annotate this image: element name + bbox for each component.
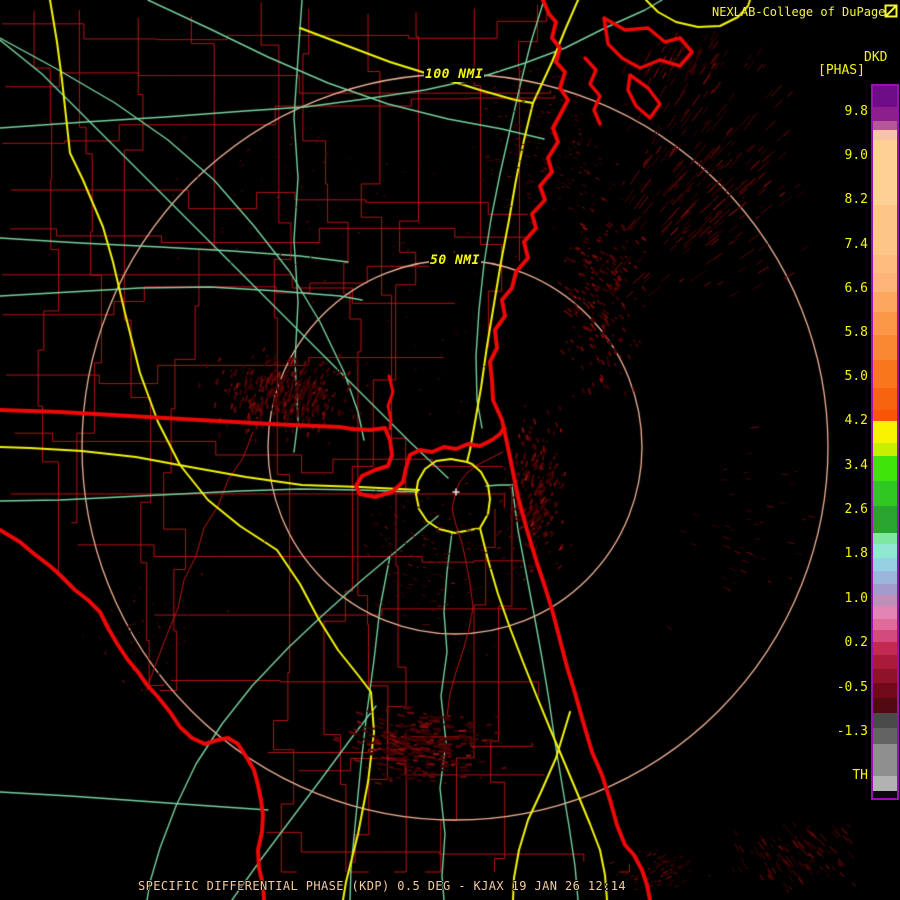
colorbar-segment bbox=[873, 595, 897, 606]
colorbar-segment bbox=[873, 606, 897, 619]
colorbar-segment bbox=[873, 669, 897, 683]
colorbar-tick-label: 7.4 bbox=[844, 237, 868, 252]
colorbar-segment bbox=[873, 140, 897, 205]
range-ring-label-50: 50 NMI bbox=[429, 253, 481, 268]
colorbar-segment bbox=[873, 273, 897, 292]
colorbar-tick-label: 3.4 bbox=[844, 458, 868, 473]
product-caption: SPECIFIC DIFFERENTIAL PHASE (KDP) 0.5 DE… bbox=[138, 879, 626, 893]
colorbar-tick-label: 4.2 bbox=[844, 413, 868, 428]
colorbar-tick-label: 5.0 bbox=[844, 369, 868, 384]
colorbar-segment bbox=[873, 698, 897, 713]
colorbar-segment bbox=[873, 443, 897, 456]
colorbar-segment bbox=[873, 421, 897, 443]
colorbar-segment bbox=[873, 360, 897, 388]
colorbar-tick-label: 8.2 bbox=[844, 192, 868, 207]
radar-viewer-screen: NEXLAB-College of DuPage DKD [PHAS] 100 … bbox=[0, 0, 900, 900]
colorbar-segment bbox=[873, 655, 897, 669]
colorbar-segment bbox=[873, 744, 897, 776]
colorbar-segment bbox=[873, 121, 897, 130]
colorbar-segment bbox=[873, 86, 897, 107]
watermark-title: NEXLAB-College of DuPage bbox=[712, 5, 886, 19]
colorbar-segment bbox=[873, 584, 897, 595]
colorbar-tick-label: 5.8 bbox=[844, 325, 868, 340]
colorbar-tick-label: 9.0 bbox=[844, 148, 868, 163]
colorbar-tick-label: 6.6 bbox=[844, 281, 868, 296]
colorbar bbox=[871, 84, 899, 800]
colorbar-segment bbox=[873, 630, 897, 642]
colorbar-segment bbox=[873, 544, 897, 558]
colorbar-segment bbox=[873, 456, 897, 481]
colorbar-tick-label: TH bbox=[852, 768, 868, 783]
product-units-label: [PHAS] bbox=[818, 63, 865, 78]
colorbar-segment bbox=[873, 255, 897, 273]
colorbar-segment bbox=[873, 388, 897, 410]
colorbar-segment bbox=[873, 776, 897, 791]
colorbar-segment bbox=[873, 728, 897, 744]
colorbar-segment bbox=[873, 558, 897, 571]
colorbar-tick-label: 1.0 bbox=[844, 591, 868, 606]
colorbar-segment bbox=[873, 619, 897, 630]
colorbar-segment bbox=[873, 335, 897, 360]
colorbar-segment bbox=[873, 130, 897, 140]
colorbar-tick-label: -1.3 bbox=[836, 724, 868, 739]
colorbar-segment bbox=[873, 481, 897, 506]
colorbar-segment bbox=[873, 571, 897, 584]
range-ring-label-100: 100 NMI bbox=[424, 67, 485, 82]
colorbar-segment bbox=[873, 642, 897, 655]
colorbar-segment bbox=[873, 205, 897, 255]
colorbar-tick-label: 2.6 bbox=[844, 502, 868, 517]
colorbar-tick-label: 1.8 bbox=[844, 546, 868, 561]
colorbar-segment bbox=[873, 312, 897, 335]
product-code-label: DKD bbox=[864, 50, 888, 65]
colorbar-segment bbox=[873, 410, 897, 421]
colorbar-segment bbox=[873, 107, 897, 121]
radar-map-canvas bbox=[0, 0, 900, 900]
colorbar-segment bbox=[873, 533, 897, 544]
colorbar-segment bbox=[873, 713, 897, 728]
colorbar-segment bbox=[873, 791, 897, 797]
colorbar-tick-label: -0.5 bbox=[836, 680, 868, 695]
colorbar-segment bbox=[873, 506, 897, 533]
colorbar-segment bbox=[873, 292, 897, 312]
colorbar-tick-label: 0.2 bbox=[844, 635, 868, 650]
nexlab-logo-icon bbox=[884, 4, 898, 18]
colorbar-tick-label: 9.8 bbox=[844, 104, 868, 119]
colorbar-segment bbox=[873, 683, 897, 698]
